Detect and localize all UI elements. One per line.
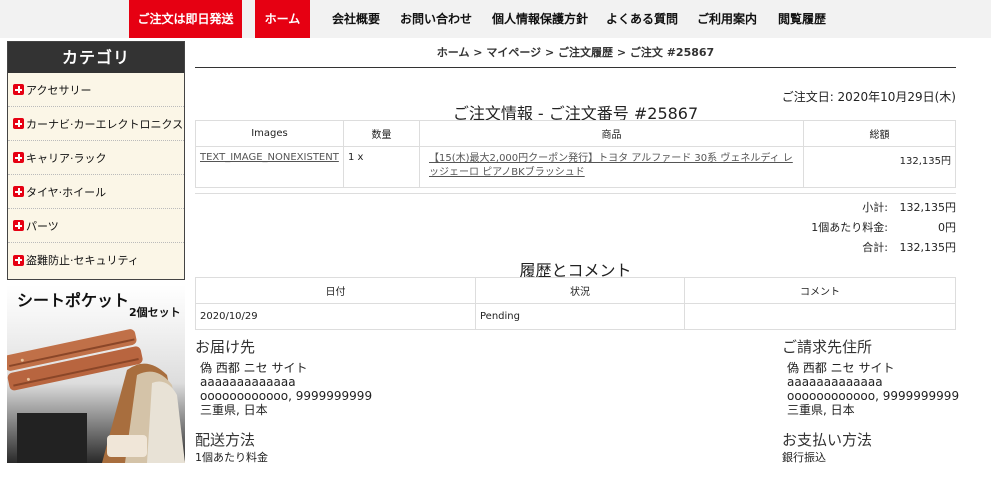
category-item-label: アクセサリー <box>26 83 92 97</box>
category-item-label: カーナビ·カーエレクトロニクス <box>26 117 184 131</box>
category-item-tire-wheel[interactable]: タイヤ·ホイール <box>8 175 184 209</box>
seat-pocket-banner[interactable]: シートポケット 2個セット <box>7 285 185 463</box>
row-total: 132,135円 <box>803 146 956 188</box>
nav-home-button[interactable]: ホーム <box>255 0 310 38</box>
col-total: 総額 <box>803 120 956 147</box>
per-item-value: 0円 <box>938 221 956 234</box>
category-item-accessory[interactable]: アクセサリー <box>8 73 184 107</box>
delivery-address: 偽 西都 ニセ サイト aaaaaaaaaaaaa oooooooooooo, … <box>200 361 372 417</box>
billing-address: 偽 西都 ニセ サイト aaaaaaaaaaaaa oooooooooooo, … <box>787 361 959 417</box>
delivery-title: お届け先 <box>195 338 256 356</box>
category-item-security[interactable]: 盗難防止·セキュリティ <box>8 243 184 277</box>
billing-line3: 三重県, 日本 <box>787 403 855 417</box>
shipping-title: 配送方法 <box>195 431 256 449</box>
billing-line1: aaaaaaaaaaaaa <box>787 375 883 389</box>
history-table: 日付 状況 コメント 2020/10/29 Pending <box>195 277 956 330</box>
totals-divider <box>195 193 956 194</box>
product-link[interactable]: 【15(木)最大2,000円クーポン発行】トヨタ アルファード 30系 ヴェネル… <box>424 152 799 180</box>
category-item-label: タイヤ·ホイール <box>26 185 107 199</box>
col-status: 状況 <box>475 277 685 304</box>
payment-title: お支払い方法 <box>782 431 873 449</box>
top-nav: ご注文は即日発送 ホーム 会社概要 お問い合わせ 個人情報保護方針 よくある質問… <box>0 0 991 38</box>
col-comment: コメント <box>684 277 956 304</box>
billing-line2: oooooooooooo, 9999999999 <box>787 389 960 403</box>
category-item-label: 盗難防止·セキュリティ <box>26 254 139 267</box>
col-date: 日付 <box>195 277 476 304</box>
category-sidebar: カテゴリ アクセサリー カーナビ·カーエレクトロニクス キャリア·ラック タイヤ… <box>7 41 185 280</box>
plus-icon <box>13 152 24 163</box>
order-table-header: Images 数量 商品 総額 <box>195 120 956 147</box>
product-image-link[interactable]: TEXT_IMAGE_NONEXISTENT <box>200 152 339 163</box>
billing-name: 偽 西都 ニセ サイト <box>787 361 895 375</box>
plus-icon <box>13 220 24 231</box>
delivery-line3: 三重県, 日本 <box>200 403 268 417</box>
row-qty: 1 x <box>343 146 420 188</box>
nav-guide-link[interactable]: ご利用案内 <box>697 0 757 38</box>
table-row: TEXT_IMAGE_NONEXISTENT 1 x 【15(木)最大2,000… <box>195 146 956 188</box>
subtotal-value: 132,135円 <box>899 201 957 214</box>
nav-promo-button[interactable]: ご注文は即日発送 <box>129 0 242 38</box>
category-title: カテゴリ <box>8 42 184 73</box>
plus-icon <box>13 118 24 129</box>
delivery-name: 偽 西都 ニセ サイト <box>200 361 308 375</box>
subtotal-label: 小計: <box>862 201 888 214</box>
order-totals: 小計: 132,135円 1個あたり料金: 0円 合計: 132,135円 <box>811 200 956 260</box>
nav-company-link[interactable]: 会社概要 <box>332 0 380 38</box>
delivery-line2: oooooooooooo, 9999999999 <box>200 389 373 403</box>
category-item-label: パーツ <box>26 219 59 233</box>
col-qty: 数量 <box>343 120 420 147</box>
plus-icon <box>13 254 24 266</box>
plus-icon <box>13 186 24 197</box>
breadcrumb[interactable]: ホーム > マイページ > ご注文履歴 > ご注文 #25867 <box>195 44 956 68</box>
category-item-label: キャリア·ラック <box>26 151 107 165</box>
billing-title: ご請求先住所 <box>782 338 873 356</box>
table-row: 2020/10/29 Pending <box>195 303 956 330</box>
history-status: Pending <box>475 303 685 330</box>
row-image-cell: TEXT_IMAGE_NONEXISTENT <box>195 146 344 188</box>
shipping-method: 1個あたり料金 <box>195 451 268 464</box>
category-item-car-navi[interactable]: カーナビ·カーエレクトロニクス <box>8 107 184 141</box>
category-item-parts[interactable]: パーツ <box>8 209 184 243</box>
order-table: Images 数量 商品 総額 TEXT_IMAGE_NONEXISTENT 1… <box>195 120 956 188</box>
delivery-line1: aaaaaaaaaaaaa <box>200 375 296 389</box>
plus-icon <box>13 84 24 95</box>
nav-privacy-link[interactable]: 個人情報保護方針 <box>492 0 588 38</box>
nav-faq-link[interactable]: よくある質問 <box>606 0 678 38</box>
history-comment <box>684 303 956 330</box>
history-table-header: 日付 状況 コメント <box>195 277 956 304</box>
per-item-label: 1個あたり料金: <box>811 221 888 234</box>
col-product: 商品 <box>419 120 804 147</box>
col-images: Images <box>195 120 344 147</box>
history-date: 2020/10/29 <box>195 303 476 330</box>
seat-pocket-image <box>7 329 185 463</box>
row-product-cell: 【15(木)最大2,000円クーポン発行】トヨタ アルファード 30系 ヴェネル… <box>419 146 804 188</box>
payment-method: 銀行振込 <box>782 451 826 464</box>
nav-history-link[interactable]: 閲覧履歴 <box>778 0 826 38</box>
category-item-carrier-rack[interactable]: キャリア·ラック <box>8 141 184 175</box>
nav-contact-link[interactable]: お問い合わせ <box>400 0 472 38</box>
